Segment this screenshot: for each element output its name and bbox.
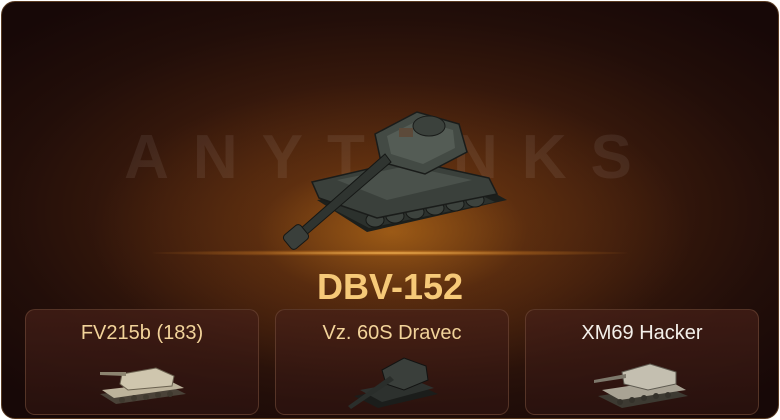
option-label: FV215b (183) (80, 322, 204, 344)
tank-icon (348, 357, 438, 409)
reward-card: ANYTANKS DBV-152 FV215b (183) (1, 1, 779, 419)
option-fv215b[interactable]: FV215b (183) (25, 309, 259, 415)
option-label: XM69 Hacker (581, 322, 703, 344)
option-vz-60s-dravec[interactable]: Vz. 60S Dravec (275, 309, 509, 415)
tank-options: FV215b (183) Vz. 60S Dravec XM69 Hacker (25, 309, 759, 415)
option-xm69-hacker[interactable]: XM69 Hacker (525, 309, 759, 415)
tank-icon (594, 363, 688, 408)
tank-icon (100, 367, 186, 404)
featured-tank-name: DBV-152 (316, 266, 464, 307)
option-label: Vz. 60S Dravec (322, 322, 462, 344)
featured-tank-image (282, 111, 507, 250)
